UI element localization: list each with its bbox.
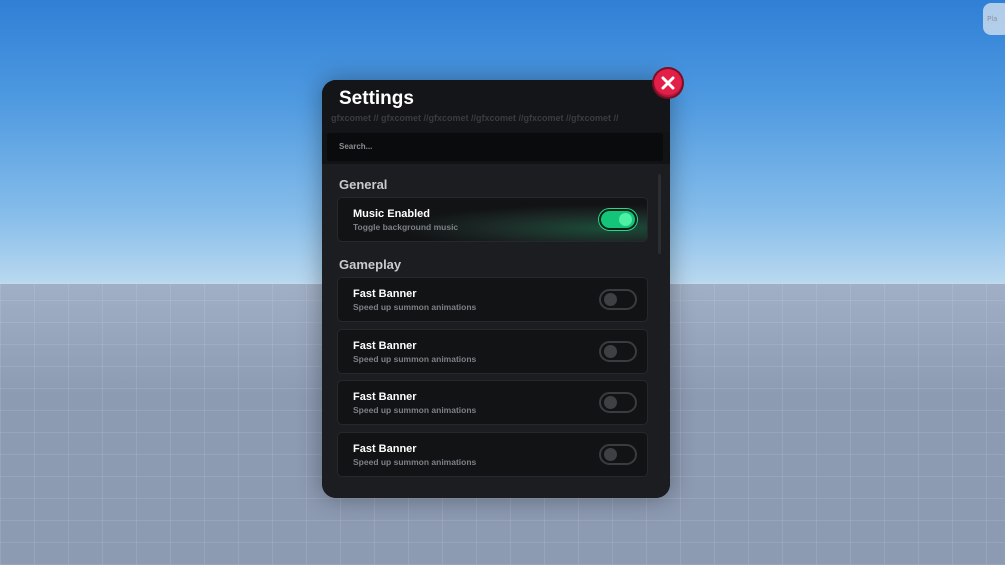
setting-row-fast-banner: Fast Banner Speed up summon animations <box>337 432 648 477</box>
section-general-label: General <box>339 177 388 192</box>
setting-description: Speed up summon animations <box>353 457 477 467</box>
credit-marquee: gfxcomet // gfxcomet //gfxcomet //gfxcom… <box>331 113 619 123</box>
settings-list: General Music Enabled Toggle background … <box>322 164 670 498</box>
setting-title: Music Enabled <box>353 208 431 220</box>
toggle-knob <box>604 345 617 358</box>
setting-description: Speed up summon animations <box>353 405 477 415</box>
setting-row-fast-banner: Fast Banner Speed up summon animations <box>337 277 648 322</box>
fast-banner-toggle[interactable] <box>599 341 637 362</box>
settings-header: Settings gfxcomet // gfxcomet //gfxcomet… <box>322 80 670 132</box>
corner-menu-button[interactable]: Pla <box>983 3 1005 35</box>
setting-description: Speed up summon animations <box>353 302 477 312</box>
toggle-knob <box>604 293 617 306</box>
toggle-knob <box>604 448 617 461</box>
fast-banner-toggle[interactable] <box>599 392 637 413</box>
settings-title: Settings <box>339 88 414 109</box>
toggle-knob <box>619 213 632 226</box>
toggle-knob <box>604 396 617 409</box>
setting-description: Speed up summon animations <box>353 354 477 364</box>
fast-banner-toggle[interactable] <box>599 289 637 310</box>
settings-panel: Settings gfxcomet // gfxcomet //gfxcomet… <box>322 80 670 498</box>
setting-title: Fast Banner <box>353 288 417 300</box>
fast-banner-toggle[interactable] <box>599 444 637 465</box>
search-input[interactable]: Search... <box>327 133 663 161</box>
section-gameplay-label: Gameplay <box>339 257 402 272</box>
corner-menu-label: Pla <box>987 15 998 23</box>
scrollbar[interactable] <box>658 174 661 254</box>
close-button[interactable] <box>654 69 682 97</box>
setting-row-fast-banner: Fast Banner Speed up summon animations <box>337 329 648 374</box>
music-enabled-toggle[interactable] <box>599 209 637 230</box>
search-placeholder: Search... <box>339 142 373 151</box>
setting-row-fast-banner: Fast Banner Speed up summon animations <box>337 380 648 425</box>
setting-title: Fast Banner <box>353 340 417 352</box>
close-icon <box>661 76 675 90</box>
setting-row-music-enabled: Music Enabled Toggle background music <box>337 197 648 242</box>
setting-title: Fast Banner <box>353 391 417 403</box>
setting-title: Fast Banner <box>353 443 417 455</box>
setting-description: Toggle background music <box>353 222 459 232</box>
